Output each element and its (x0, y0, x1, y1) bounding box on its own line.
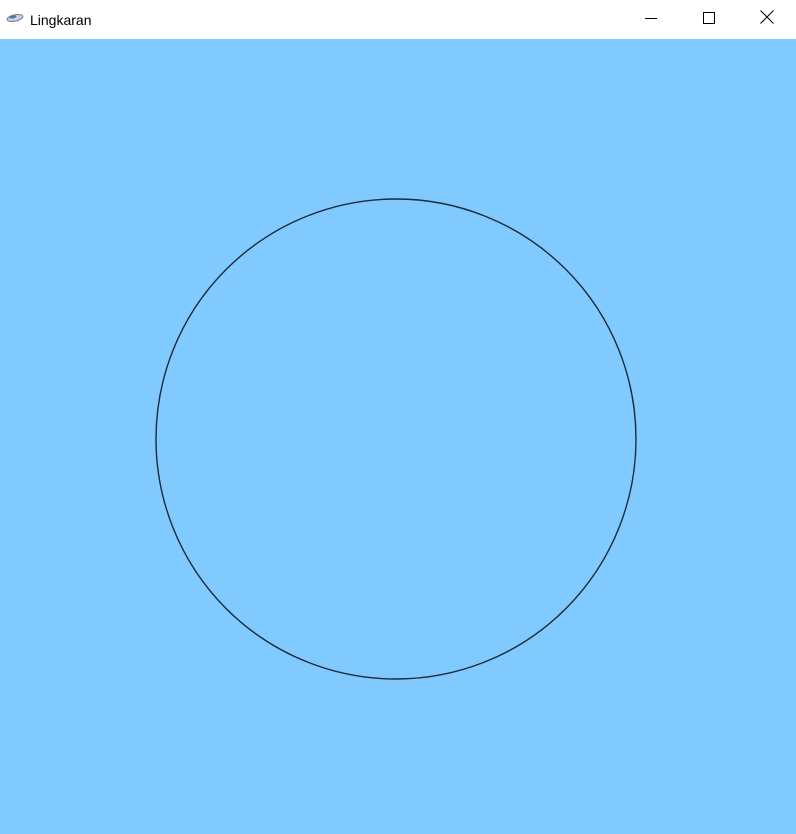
close-button[interactable] (738, 0, 796, 39)
app-window: Lingkaran (0, 0, 796, 834)
title-bar[interactable]: Lingkaran (0, 0, 796, 39)
minimize-icon (645, 11, 657, 29)
app-icon (6, 11, 26, 25)
close-icon (760, 10, 774, 29)
canvas-background (0, 39, 796, 834)
maximize-icon (703, 11, 715, 29)
maximize-button[interactable] (680, 0, 738, 39)
window-title: Lingkaran (30, 12, 92, 28)
canvas-svg (0, 39, 796, 834)
minimize-button[interactable] (622, 0, 680, 39)
drawing-canvas (0, 39, 796, 834)
